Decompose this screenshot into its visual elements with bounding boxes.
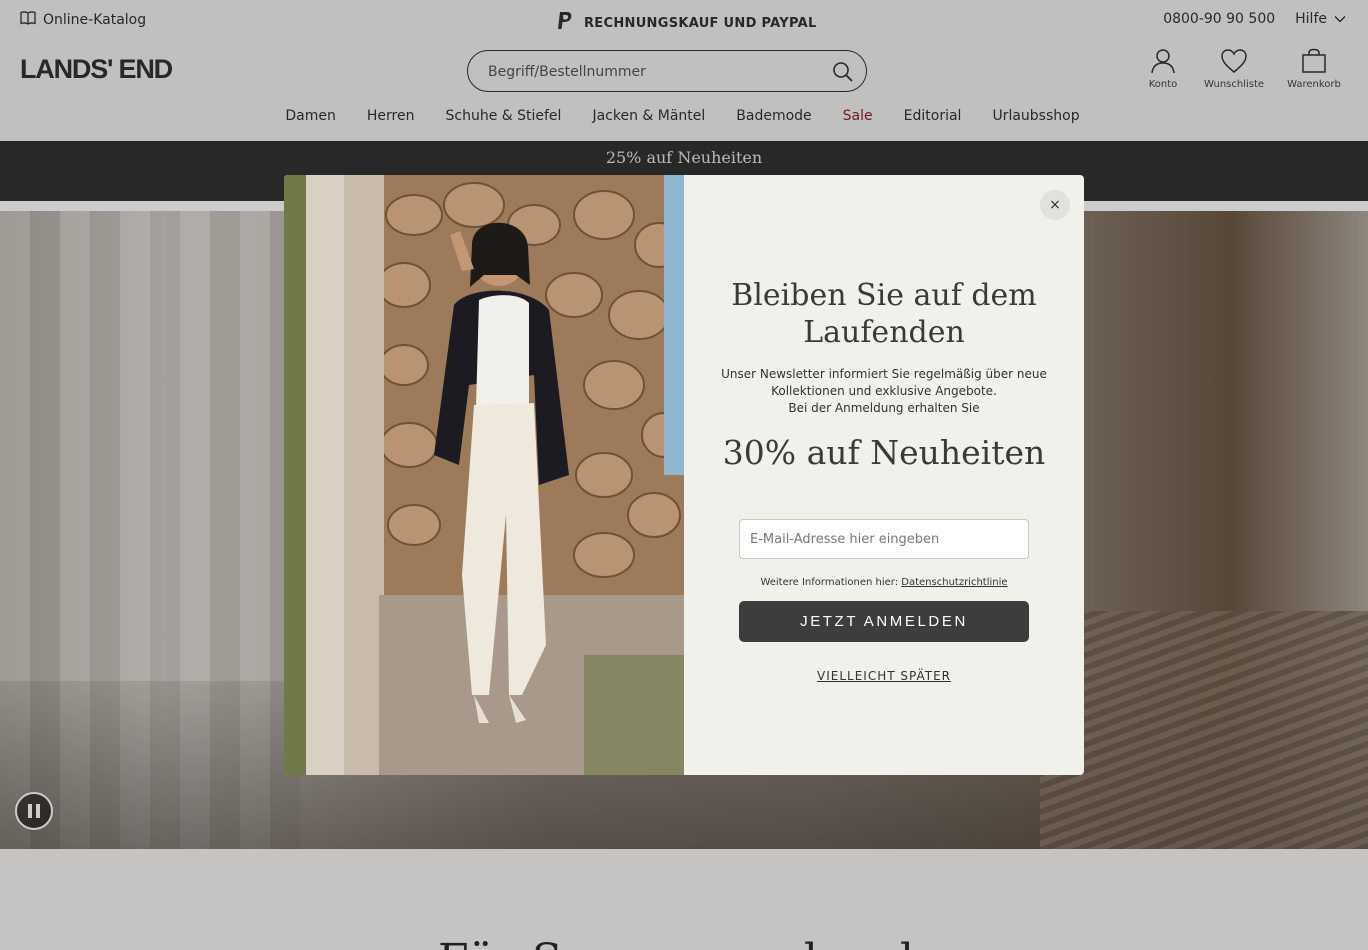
modal-title: Bleiben Sie auf dem Laufenden: [684, 277, 1084, 351]
newsletter-modal: × Bleiben Sie auf dem Laufenden Unser Ne…: [284, 175, 1084, 775]
email-field[interactable]: [739, 519, 1029, 559]
privacy-note: Weitere Informationen hier: Datenschutzr…: [684, 577, 1084, 588]
modal-content: Bleiben Sie auf dem Laufenden Unser News…: [684, 175, 1084, 775]
modal-title-line: Bleiben Sie auf dem: [731, 278, 1037, 313]
modal-desc-line: Kollektionen und exklusive Angebote.: [771, 384, 997, 398]
maybe-later-link[interactable]: VIELLEICHT SPÄTER: [684, 669, 1084, 683]
privacy-prefix: Weitere Informationen hier:: [760, 577, 899, 588]
modal-desc-line: Unser Newsletter informiert Sie regelmäß…: [721, 367, 1047, 381]
modal-offer: 30% auf Neuheiten: [722, 433, 1046, 472]
modal-title-line: Laufenden: [803, 315, 965, 350]
subscribe-button[interactable]: JETZT ANMELDEN: [739, 601, 1029, 642]
modal-description: Unser Newsletter informiert Sie regelmäß…: [684, 366, 1084, 417]
privacy-policy-link[interactable]: Datenschutzrichtlinie: [901, 577, 1007, 588]
modal-model-photo: [284, 175, 684, 775]
modal-desc-line: Bei der Anmeldung erhalten Sie: [788, 401, 980, 415]
